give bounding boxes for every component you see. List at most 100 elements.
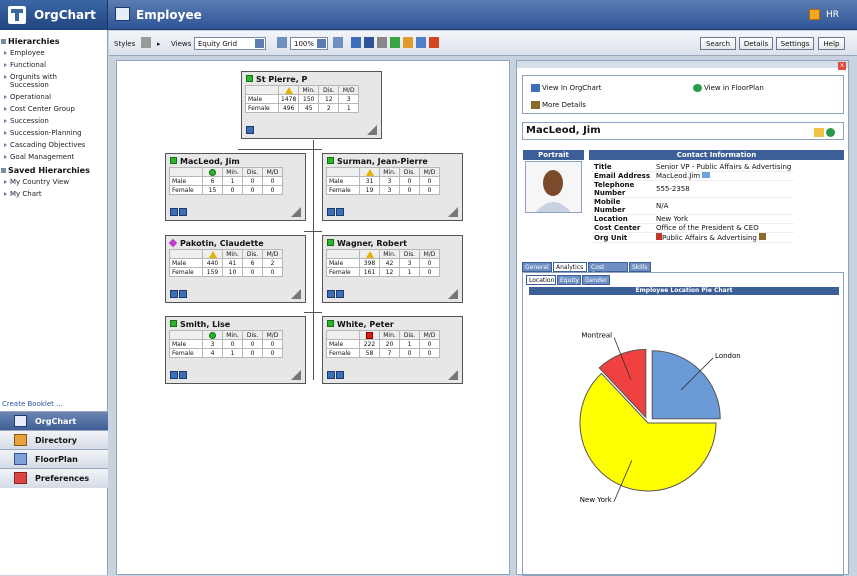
resize-icon[interactable]: [448, 289, 458, 299]
org-card[interactable]: Wagner, Robert Min. Dis. M/D Male 398 42 3 0 Fema…: [322, 235, 463, 303]
resize-icon[interactable]: [448, 207, 458, 217]
table-row: Male 31 3 0 0: [326, 176, 440, 186]
org-card[interactable]: Surman, Jean-Pierre Min. Dis. M/D Male 31 3 0 0 F…: [322, 153, 463, 221]
expand-icon[interactable]: [246, 126, 254, 134]
expand-icon[interactable]: [336, 208, 344, 216]
resize-icon[interactable]: [291, 289, 301, 299]
nav-floorplan[interactable]: FloorPlan: [0, 449, 108, 468]
zoom-in-icon[interactable]: [333, 37, 343, 48]
expand-icon[interactable]: [179, 208, 187, 216]
table-row: Location New York: [591, 214, 795, 224]
styles-label: Styles: [114, 40, 136, 48]
hr-icon[interactable]: [809, 9, 820, 20]
sidebar-item-operational[interactable]: Operational: [0, 91, 107, 103]
settings-button[interactable]: Settings: [776, 37, 814, 50]
org-card[interactable]: MacLeod, Jim Min. Dis. M/D Male 6 1 0 0 Female 15 0…: [165, 153, 306, 221]
collapse-icon[interactable]: [327, 290, 335, 298]
powerpoint-icon[interactable]: [416, 37, 426, 48]
tab-analytics[interactable]: Analytics: [553, 262, 587, 272]
sidebar-heading-hierarchies[interactable]: Hierarchies: [0, 34, 107, 47]
org-card[interactable]: Pakotin, Claudette Min. Dis. M/D Male 440 41 6 2…: [165, 235, 306, 303]
email-icon[interactable]: [702, 172, 711, 178]
card-name[interactable]: Surman, Jean-Pierre: [337, 157, 428, 166]
zoom-select[interactable]: 100%: [290, 37, 328, 50]
search-button[interactable]: Search: [700, 37, 736, 50]
card-name[interactable]: Pakotin, Claudette: [180, 239, 264, 248]
help-button[interactable]: Help: [818, 37, 845, 50]
card-name[interactable]: MacLeod, Jim: [180, 157, 240, 166]
folder-icon[interactable]: [814, 128, 824, 137]
nav-preferences[interactable]: Preferences: [0, 468, 108, 488]
resize-icon[interactable]: [367, 125, 377, 135]
card-name[interactable]: Wagner, Robert: [337, 239, 407, 248]
layout-icon[interactable]: [351, 37, 361, 48]
org-card[interactable]: St Pierre, P Min. Dis. M/D Male 1478 150 12 3 Fem…: [241, 71, 382, 139]
sidebar-item-my-country-view[interactable]: My Country View: [0, 176, 107, 188]
nav-directory[interactable]: Directory: [0, 430, 108, 449]
resize-icon[interactable]: [291, 370, 301, 380]
tab-general[interactable]: General: [522, 262, 552, 272]
details-button[interactable]: Details: [739, 37, 773, 50]
more-details-link[interactable]: More Details: [531, 101, 586, 109]
nav-orgchart[interactable]: OrgChart: [0, 411, 108, 430]
stat-cell: 6: [242, 258, 263, 268]
card-name[interactable]: White, Peter: [337, 320, 394, 329]
sidebar-item-cascading-objectives[interactable]: Cascading Objectives: [0, 139, 107, 151]
close-icon[interactable]: ×: [838, 62, 846, 70]
create-booklet-link[interactable]: Create Booklet ...: [2, 400, 63, 408]
sidebar-item-cost-center-group[interactable]: Cost Center Group: [0, 103, 107, 115]
org-chart-icon[interactable]: [759, 233, 767, 240]
styles-arrow-icon[interactable]: ▸: [157, 40, 161, 48]
expand-icon[interactable]: [336, 290, 344, 298]
collapse-icon[interactable]: [170, 371, 178, 379]
tab-cost-center[interactable]: Cost Center: [588, 262, 628, 278]
save-icon[interactable]: [364, 37, 374, 48]
sidebar-item-employee[interactable]: Employee: [0, 47, 107, 59]
org-card[interactable]: Smith, Lise Min. Dis. M/D Male 3 0 0 0 Female 4 1 0 0: [165, 316, 306, 384]
globe-icon[interactable]: [826, 128, 835, 137]
sidebar-item-succession-planning[interactable]: Succession-Planning: [0, 127, 107, 139]
collapse-icon[interactable]: [327, 371, 335, 379]
sidebar-heading-saved[interactable]: Saved Hierarchies: [0, 163, 107, 176]
subtab-equity[interactable]: Equity: [557, 275, 581, 285]
export-icon[interactable]: [390, 37, 400, 48]
stat-cell: 12: [379, 267, 400, 277]
print-icon[interactable]: [377, 37, 387, 48]
expand-icon[interactable]: [179, 290, 187, 298]
triangle-indicator-icon: [365, 168, 374, 176]
email-cell[interactable]: MacLeod.Jim: [653, 171, 795, 181]
card-name[interactable]: St Pierre, P: [256, 75, 307, 84]
resize-icon[interactable]: [448, 370, 458, 380]
sidebar-item-functional[interactable]: Functional: [0, 59, 107, 71]
org-chart-canvas[interactable]: St Pierre, P Min. Dis. M/D Male 1478 150 12 3 Fem…: [116, 60, 510, 575]
pdf-icon[interactable]: [429, 37, 439, 48]
styles-icon[interactable]: [141, 37, 151, 48]
user-role[interactable]: HR: [826, 10, 839, 20]
collapse-icon[interactable]: [327, 208, 335, 216]
view-in-orgchart-link[interactable]: View In OrgChart: [531, 84, 602, 92]
expand-icon[interactable]: [179, 371, 187, 379]
subtab-location[interactable]: Location: [526, 275, 556, 285]
card-name[interactable]: Smith, Lise: [180, 320, 230, 329]
views-select[interactable]: Equity Grid: [194, 37, 266, 50]
hierarchy-list: Hierarchies Employee Functional Orgunits…: [0, 30, 107, 200]
resize-icon[interactable]: [291, 207, 301, 217]
sidebar-item-goal-management[interactable]: Goal Management: [0, 151, 107, 163]
booklet-icon[interactable]: [403, 37, 413, 48]
contact-value[interactable]: MacLeod.Jim: [656, 172, 700, 180]
row-label: Female: [245, 103, 279, 113]
org-card[interactable]: White, Peter Min. Dis. M/D Male 222 20 1 0 Female…: [322, 316, 463, 384]
zoom-out-icon[interactable]: [277, 37, 287, 48]
sidebar-item-succession[interactable]: Succession: [0, 115, 107, 127]
view-in-floorplan-link[interactable]: View in FloorPlan: [693, 84, 764, 92]
sidebar-item-orgunits[interactable]: Orgunits with Succession: [0, 71, 76, 91]
app-logo[interactable]: OrgChart: [0, 0, 108, 30]
sidebar-item-my-chart[interactable]: My Chart: [0, 188, 107, 200]
subtab-gender[interactable]: Gender: [582, 275, 610, 285]
collapse-icon[interactable]: [170, 290, 178, 298]
expand-icon[interactable]: [336, 371, 344, 379]
contact-value[interactable]: Public Affairs & Advertising: [662, 234, 757, 242]
collapse-icon[interactable]: [170, 208, 178, 216]
tab-skills[interactable]: Skills: [629, 262, 651, 272]
org-unit-cell[interactable]: Public Affairs & Advertising: [653, 232, 795, 243]
